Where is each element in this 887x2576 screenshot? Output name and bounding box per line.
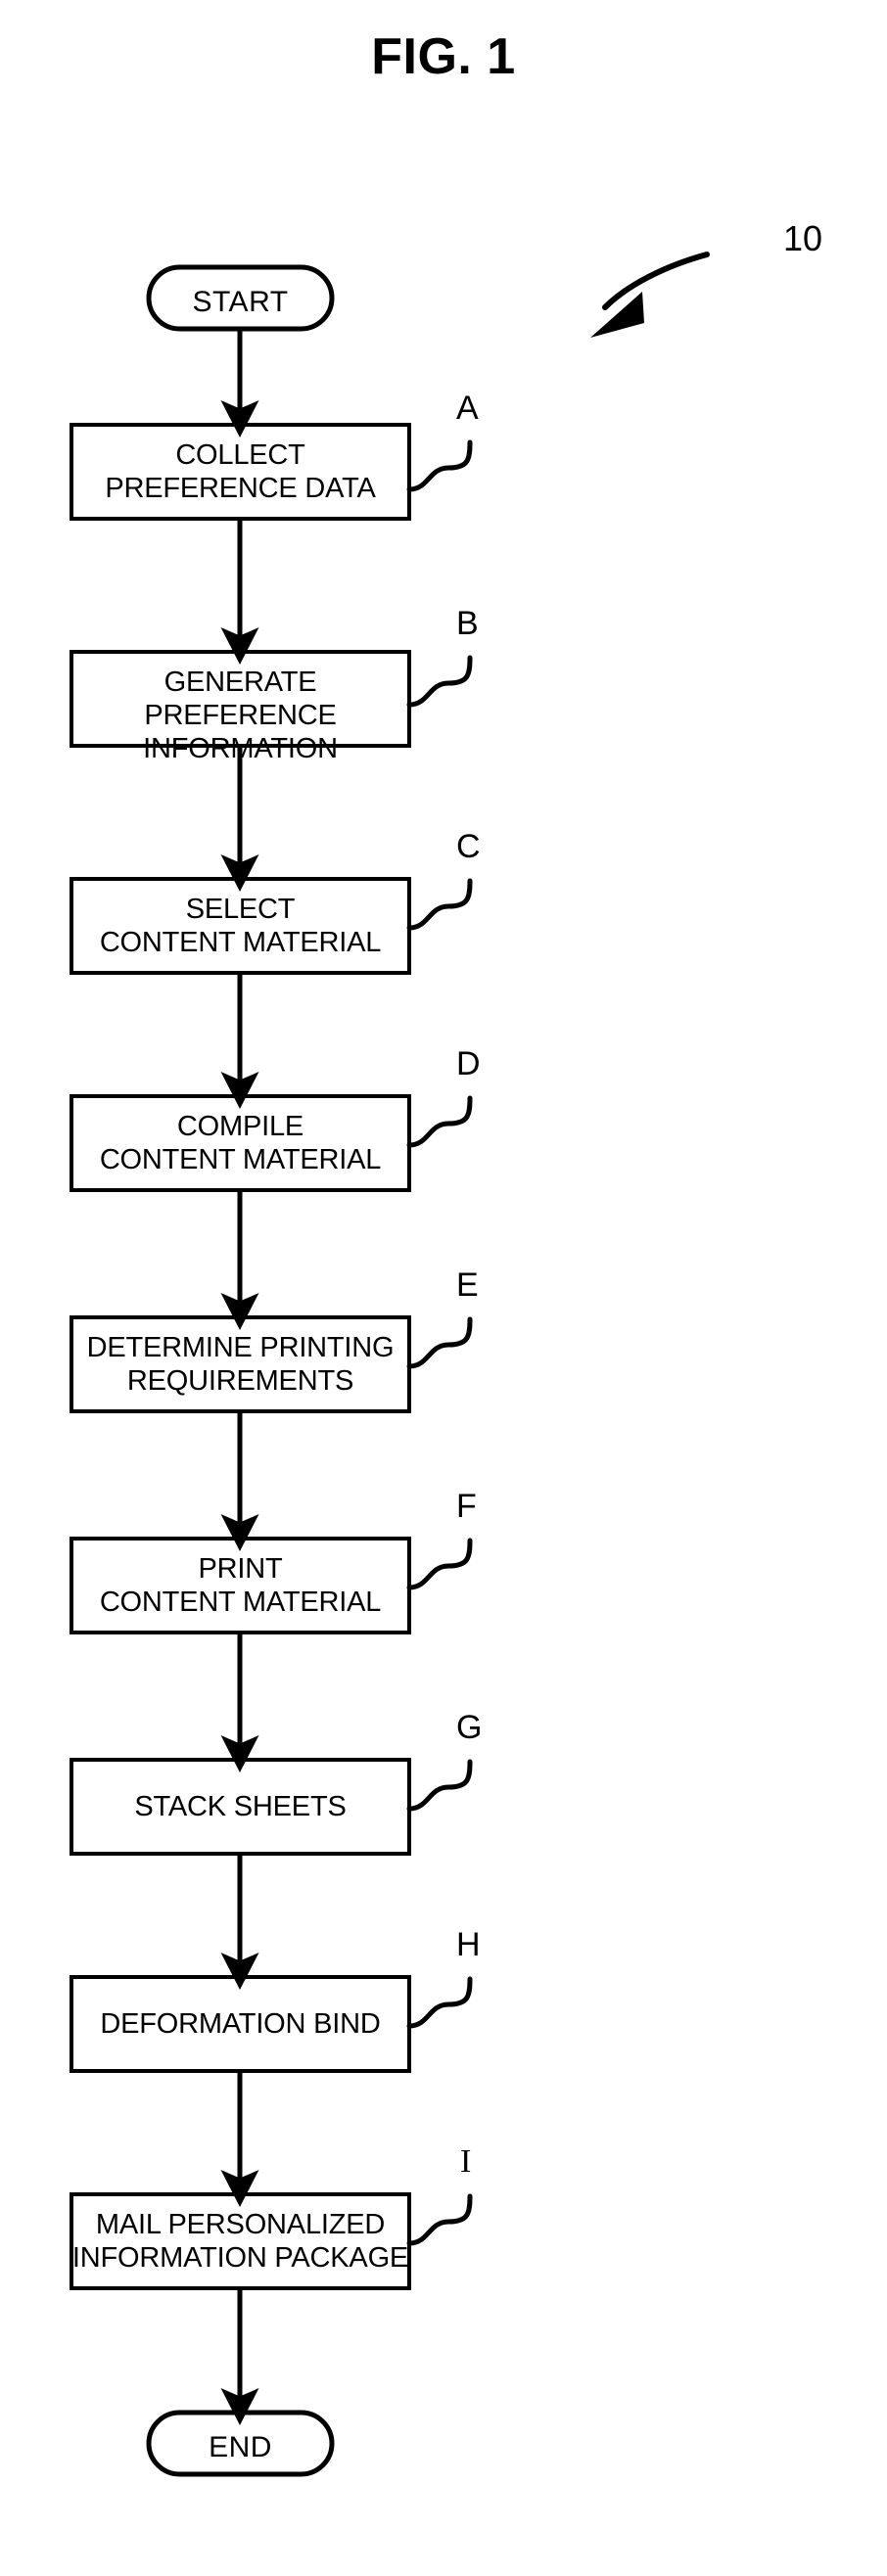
step-letter-e: E: [456, 1266, 479, 1304]
flowchart-canvas: [70, 252, 710, 2477]
step-letter-g: G: [456, 1709, 483, 1746]
step-letter-b: B: [456, 605, 479, 642]
step-letter-i: I: [460, 2143, 472, 2180]
process-label-b: GENERATE PREFERENCE INFORMATION: [143, 667, 338, 764]
leader-a: [406, 439, 473, 492]
step-letter-f: F: [456, 1488, 477, 1525]
step-letter-a: A: [456, 390, 479, 427]
leader-i: [406, 2193, 473, 2246]
process-label-h: DEFORMATION BIND: [100, 2008, 381, 2040]
process-label-d: COMPILE CONTENT MATERIAL: [99, 1111, 382, 1175]
process-label-c: SELECT CONTENT MATERIAL: [99, 894, 382, 958]
process-label-e: DETERMINE PRINTING REQUIREMENTS: [86, 1332, 395, 1397]
process-label-f: PRINT CONTENT MATERIAL: [99, 1553, 382, 1618]
step-letter-c: C: [456, 828, 481, 865]
process-label-i: MAIL PERSONALIZED INFORMATION PACKAGE: [71, 2209, 409, 2274]
leader-g: [406, 1759, 473, 1812]
step-letter-d: D: [456, 1045, 481, 1082]
process-label-a: COLLECT PREFERENCE DATA: [105, 439, 376, 504]
process-label-g: STACK SHEETS: [134, 1791, 347, 1822]
reference-leader-line: [602, 252, 710, 310]
reference-numeral-10: 10: [783, 218, 823, 258]
leader-e: [406, 1316, 473, 1369]
leader-c: [406, 878, 473, 931]
patent-figure: FIG. 1 START END COLLECT PREFERENCE DATA…: [0, 0, 887, 2576]
step-letter-h: H: [456, 1926, 481, 1963]
start-terminator-label: START: [192, 286, 289, 318]
leader-f: [406, 1538, 473, 1590]
leader-d: [406, 1095, 473, 1148]
end-terminator-label: END: [209, 2431, 272, 2463]
leader-h: [406, 1976, 473, 2029]
leader-b: [406, 655, 473, 708]
